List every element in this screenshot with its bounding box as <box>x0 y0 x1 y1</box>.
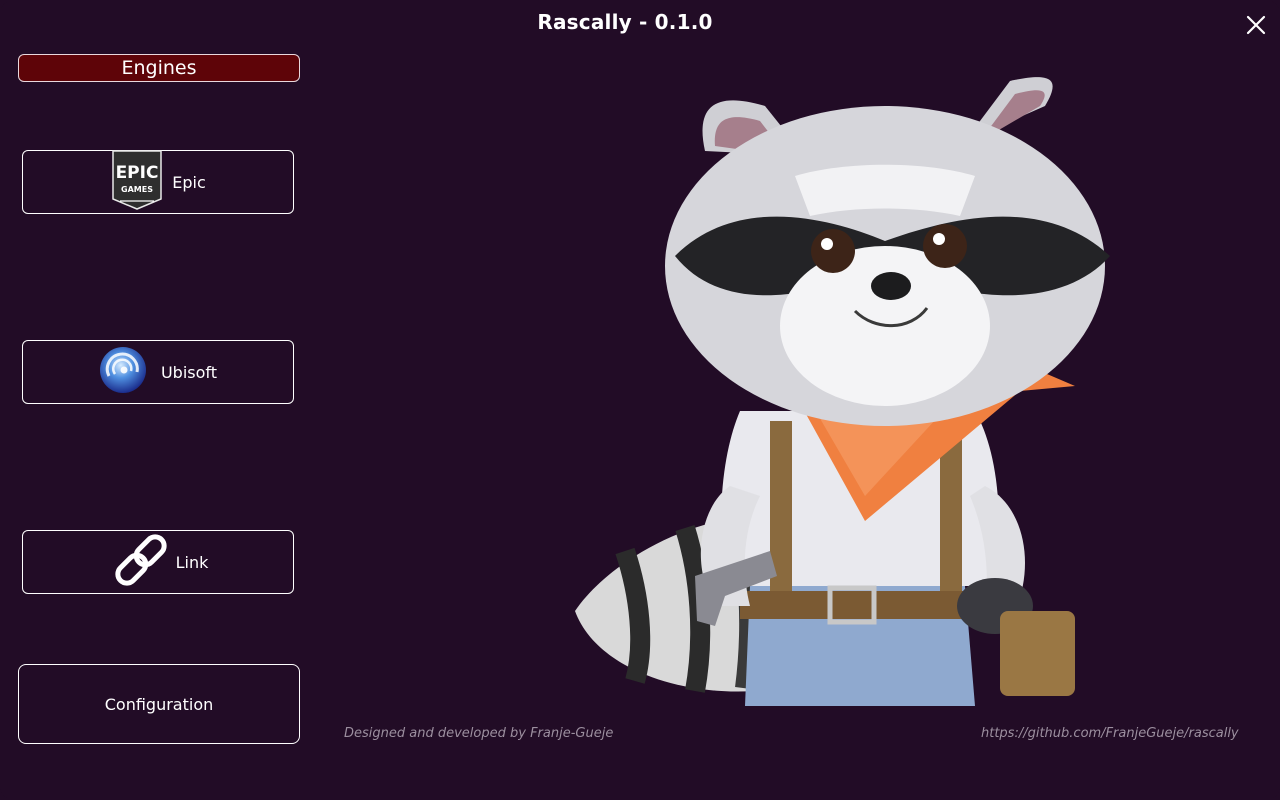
engines-section-header: Engines <box>18 54 300 82</box>
link-chain-icon <box>108 527 174 597</box>
ubisoft-engine-label: Ubisoft <box>160 362 218 382</box>
epic-logo-subword: GAMES <box>121 185 153 194</box>
raccoon-head <box>665 77 1110 426</box>
credit-text: Designed and developed by Franje-Gueje <box>344 726 614 741</box>
epic-games-logo-icon: EPIC GAMES <box>110 149 164 215</box>
ubisoft-engine-button[interactable]: Ubisoft <box>22 340 294 404</box>
ubisoft-logo-icon <box>99 346 147 398</box>
configuration-label: Configuration <box>104 694 214 714</box>
epic-logo-word: EPIC <box>116 163 159 183</box>
link-engine-button[interactable]: Link <box>22 530 294 594</box>
epic-engine-label: Epic <box>172 172 206 192</box>
app-window: Rascally - 0.1.0 Engines EPIC GAMES Epic <box>0 0 1280 800</box>
repo-link[interactable]: https://github.com/FranjeGueje/rascally <box>981 726 1239 741</box>
configuration-button[interactable]: Configuration <box>18 664 300 744</box>
window-title: Rascally - 0.1.0 <box>537 10 713 34</box>
raccoon-mascot-image <box>575 77 1110 706</box>
link-engine-label: Link <box>175 552 209 572</box>
close-icon[interactable] <box>1243 12 1269 38</box>
epic-engine-button[interactable]: EPIC GAMES Epic <box>22 150 294 214</box>
